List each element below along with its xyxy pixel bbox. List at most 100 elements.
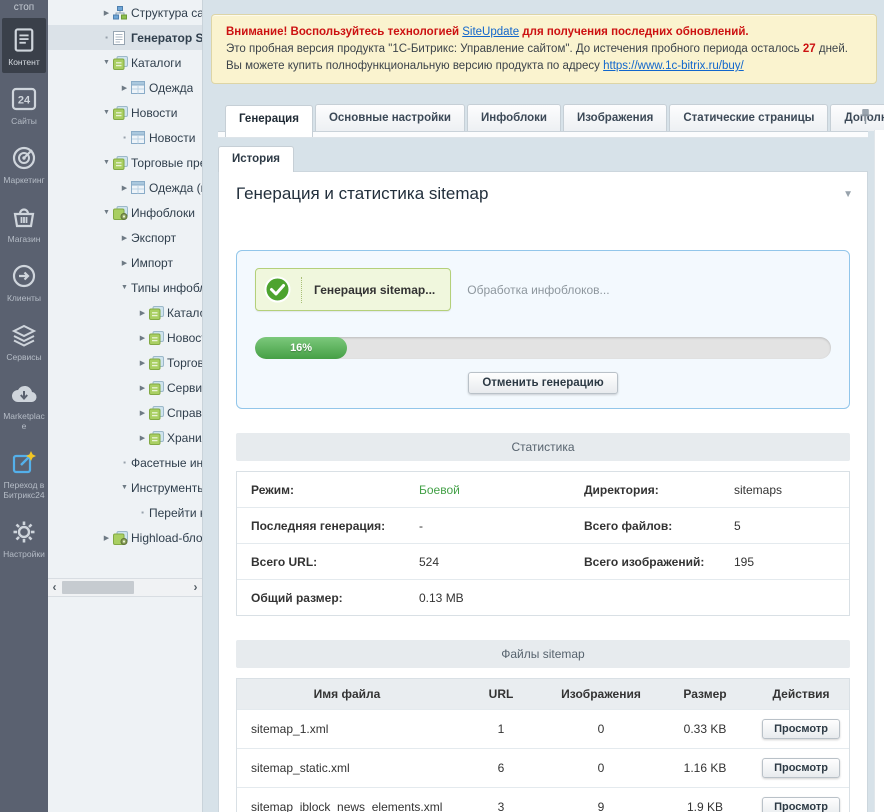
tab-6[interactable]: Дополнительно bbox=[830, 104, 884, 131]
tree-expand-icon[interactable]: ▶ bbox=[100, 9, 113, 17]
tree-expand-icon[interactable]: ▶ bbox=[136, 359, 149, 367]
view-file-button[interactable]: Просмотр bbox=[762, 719, 840, 739]
tree-item-label: Импорт bbox=[131, 256, 173, 270]
table-icon bbox=[131, 131, 149, 144]
siteupdate-link[interactable]: SiteUpdate bbox=[462, 26, 519, 38]
tree-collapse-icon[interactable]: ▼ bbox=[100, 209, 113, 216]
tab-3[interactable]: Инфоблоки bbox=[467, 104, 561, 131]
tab-2[interactable]: Основные настройки bbox=[315, 104, 465, 131]
file-value: 0.33 KB bbox=[657, 722, 753, 736]
tab-1[interactable]: Генерация bbox=[225, 105, 313, 137]
sidebar-item-6[interactable]: Marketplace bbox=[2, 372, 46, 437]
tab-4[interactable]: Изображения bbox=[563, 104, 667, 131]
tree-collapse-icon[interactable]: ▼ bbox=[100, 59, 113, 66]
tree-item[interactable]: ▶Хранилище данных bbox=[48, 425, 202, 450]
tab-5[interactable]: Статические страницы bbox=[669, 104, 828, 131]
iblock-icon bbox=[149, 331, 167, 345]
buy-link[interactable]: https://www.1c-bitrix.ru/buy/ bbox=[603, 60, 744, 72]
vertical-scrollbar[interactable] bbox=[874, 130, 884, 812]
stat-value: 195 bbox=[734, 555, 849, 569]
sidebar-item-4[interactable]: Клиенты bbox=[2, 254, 46, 309]
tree-item[interactable]: ▶ Торговые предложения bbox=[48, 350, 202, 375]
tree-item[interactable]: ▼Инструменты bbox=[48, 475, 202, 500]
chevron-right-icon[interactable]: › bbox=[189, 580, 202, 595]
iblock-icon bbox=[113, 106, 131, 120]
tree-expand-icon[interactable]: ▶ bbox=[136, 334, 149, 342]
sidebar-item-label: Сайты bbox=[2, 116, 46, 126]
tree-item[interactable]: ▶Новости bbox=[48, 325, 202, 350]
stat-label: Общий размер: bbox=[251, 591, 419, 605]
tree-item[interactable]: ▼ Инфоблоки bbox=[48, 200, 202, 225]
tree-collapse-icon[interactable]: ▼ bbox=[100, 159, 113, 166]
tree-item-label: Экспорт bbox=[131, 231, 176, 245]
tree-item[interactable]: ▶Одежда (предложения) bbox=[48, 175, 202, 200]
collapse-arrow-icon[interactable]: ▼ bbox=[843, 189, 853, 200]
doc-icon bbox=[113, 31, 131, 45]
scrollbar-thumb[interactable] bbox=[62, 581, 134, 594]
tree-item[interactable]: ▶Импорт bbox=[48, 250, 202, 275]
file-value: 1 bbox=[457, 722, 545, 736]
tree-item[interactable]: ▶Справочники bbox=[48, 400, 202, 425]
tree-item-label: Инструменты bbox=[131, 481, 202, 495]
tree-item[interactable]: ▶ Одежда bbox=[48, 75, 202, 100]
subtab-1[interactable]: История bbox=[218, 146, 294, 172]
tree-item[interactable]: ▪Перейти к инфоблоку / bbox=[48, 500, 202, 525]
tree-expand-icon[interactable]: ▶ bbox=[100, 534, 113, 542]
chevron-left-icon[interactable]: ‹ bbox=[48, 580, 61, 595]
sitemap-files-table: Имя файлаURLИзображенияРазмерДействия sit… bbox=[236, 678, 850, 812]
tree-collapse-icon[interactable]: ▼ bbox=[118, 484, 131, 491]
sidebar-item-0[interactable]: Контент bbox=[2, 18, 46, 73]
files-table-header: Имя файлаURLИзображенияРазмерДействия bbox=[237, 679, 849, 709]
stat-label: Директория: bbox=[584, 483, 734, 497]
tree-item[interactable]: ▶Структура сайта bbox=[48, 0, 202, 25]
tree-expand-icon[interactable]: ▶ bbox=[136, 384, 149, 392]
sidebar-item-8[interactable]: Настройки bbox=[2, 510, 46, 565]
sitemap-icon bbox=[113, 6, 131, 20]
stat-label: Всего изображений: bbox=[584, 555, 734, 569]
progress-bar: 16% bbox=[255, 337, 831, 359]
tree-item[interactable]: ▶Сервисы bbox=[48, 375, 202, 400]
tree-expand-icon[interactable]: ▶ bbox=[118, 184, 131, 192]
sidebar-item-label: Переход в Битрикс24 bbox=[2, 480, 46, 500]
tree-item[interactable]: ▶Каталоги bbox=[48, 300, 202, 325]
tree-expand-icon[interactable]: ▶ bbox=[136, 309, 149, 317]
file-value: 9 bbox=[545, 800, 657, 812]
tree-expand-icon[interactable]: ▶ bbox=[118, 234, 131, 242]
cancel-generation-button[interactable]: Отменить генерацию bbox=[468, 372, 617, 394]
tree-item[interactable]: ▪Фасетные индексы bbox=[48, 450, 202, 475]
view-file-button[interactable]: Просмотр bbox=[762, 758, 840, 778]
tree-item-label: Торговые предложения bbox=[167, 356, 202, 370]
tree-leaf-bullet: ▪ bbox=[118, 458, 131, 467]
tree-item[interactable]: ▼Типы инфоблоков bbox=[48, 275, 202, 300]
tree-item[interactable]: ▼Новости bbox=[48, 100, 202, 125]
file-row: sitemap_1.xml100.33 KBПросмотр bbox=[237, 709, 849, 748]
statistics-row: Режим:БоевойДиректория:sitemaps bbox=[237, 472, 849, 507]
sidebar-item-3[interactable]: Магазин bbox=[2, 195, 46, 250]
tree-item[interactable]: ▪Генератор Sitemap bbox=[48, 25, 202, 50]
file-value: 1.9 KB bbox=[657, 800, 753, 812]
tree-item-label: Одежда bbox=[149, 81, 193, 95]
file-name: sitemap_iblock_news_elements.xml bbox=[237, 800, 457, 812]
stop-button[interactable]: стоп bbox=[0, 0, 48, 18]
tree-item[interactable]: ▶Экспорт bbox=[48, 225, 202, 250]
tree-item[interactable]: ▼Каталоги bbox=[48, 50, 202, 75]
iblock-gear-icon bbox=[113, 531, 131, 545]
tree-item[interactable]: ▪Новости bbox=[48, 125, 202, 150]
tree-collapse-icon[interactable]: ▼ bbox=[118, 284, 131, 291]
tree-expand-icon[interactable]: ▶ bbox=[118, 259, 131, 267]
sidebar-item-5[interactable]: Сервисы bbox=[2, 313, 46, 368]
tree-item[interactable]: ▶Highload-блоки bbox=[48, 525, 202, 550]
pin-icon[interactable] bbox=[861, 108, 870, 129]
sidebar-item-1[interactable]: 24Сайты bbox=[2, 77, 46, 132]
tree-item[interactable]: ▼Торговые предложения bbox=[48, 150, 202, 175]
tree-expand-icon[interactable]: ▶ bbox=[118, 84, 131, 92]
view-file-button[interactable]: Просмотр bbox=[762, 797, 840, 812]
tree-collapse-icon[interactable]: ▼ bbox=[100, 109, 113, 116]
sidebar-item-7[interactable]: Переход в Битрикс24 bbox=[2, 441, 46, 506]
tree-item-label: Новости bbox=[149, 131, 195, 145]
tree-expand-icon[interactable]: ▶ bbox=[136, 434, 149, 442]
sidebar-item-2[interactable]: Маркетинг bbox=[2, 136, 46, 191]
tree-expand-icon[interactable]: ▶ bbox=[136, 409, 149, 417]
tree-horizontal-scrollbar[interactable]: ‹ › bbox=[48, 578, 202, 597]
tree-item-label: Инфоблоки bbox=[131, 206, 195, 220]
